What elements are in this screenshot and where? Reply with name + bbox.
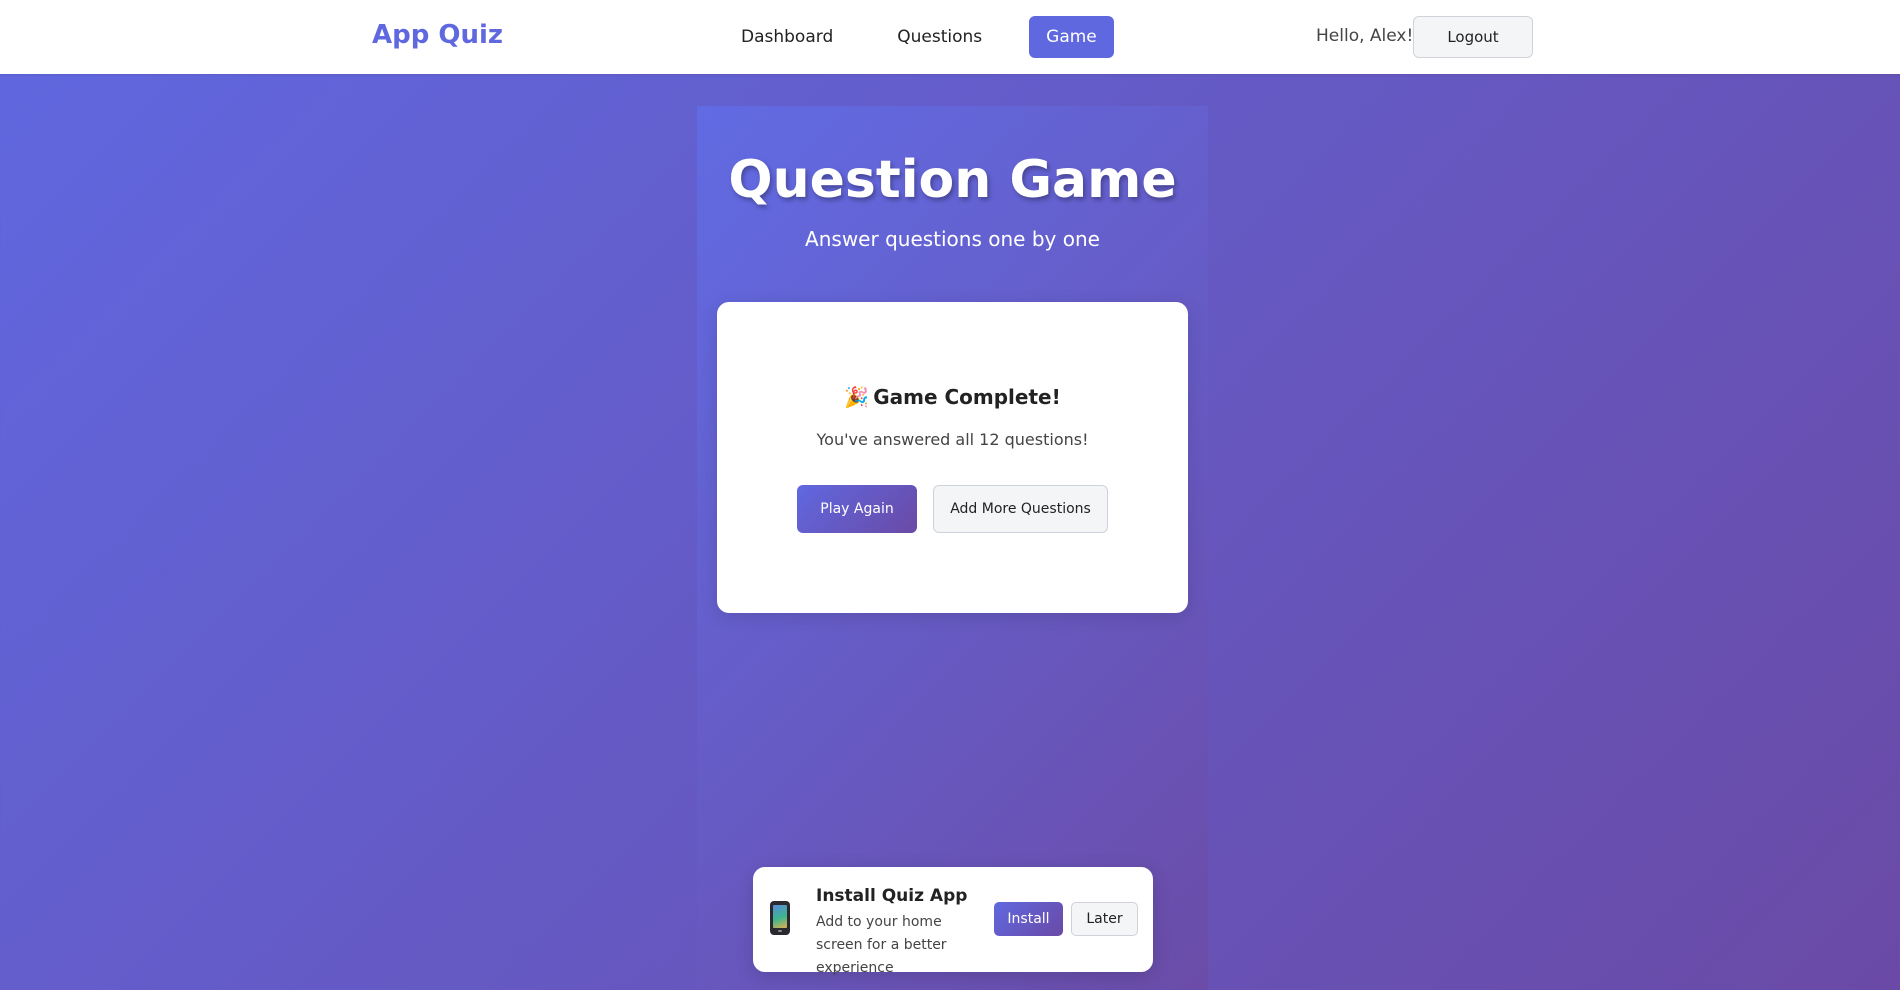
logout-button[interactable]: Logout [1413,16,1533,58]
game-result-card: 🎉 Game Complete! You've answered all 12 q… [717,302,1188,613]
install-banner-description: Add to your home screen for a better exp… [816,914,947,976]
mobile-phone-icon [770,901,790,935]
nav-link-questions[interactable]: Questions [880,16,999,58]
main-nav: Dashboard Questions Game [724,16,1114,58]
result-heading-text: Game Complete! [873,385,1061,409]
install-app-banner: Install Quiz App Add to your home screen… [753,867,1153,976]
play-again-button[interactable]: Play Again [797,485,917,533]
user-greeting: Hello, Alex! [1316,26,1414,46]
install-banner-title: Install Quiz App [816,886,968,906]
later-button[interactable]: Later [1071,902,1138,936]
result-heading: 🎉 Game Complete! [717,385,1188,409]
top-navbar: App Quiz Dashboard Questions Game Hello,… [0,0,1900,74]
nav-link-dashboard[interactable]: Dashboard [724,16,850,58]
page-subtitle: Answer questions one by one [805,227,1100,251]
result-message: You've answered all 12 questions! [816,430,1089,449]
add-more-questions-button[interactable]: Add More Questions [933,485,1108,533]
page-title: Question Game [728,150,1177,210]
party-popper-icon: 🎉 [844,385,870,409]
install-button[interactable]: Install [994,902,1063,936]
app-logo[interactable]: App Quiz [372,20,503,50]
nav-link-game[interactable]: Game [1029,16,1114,58]
